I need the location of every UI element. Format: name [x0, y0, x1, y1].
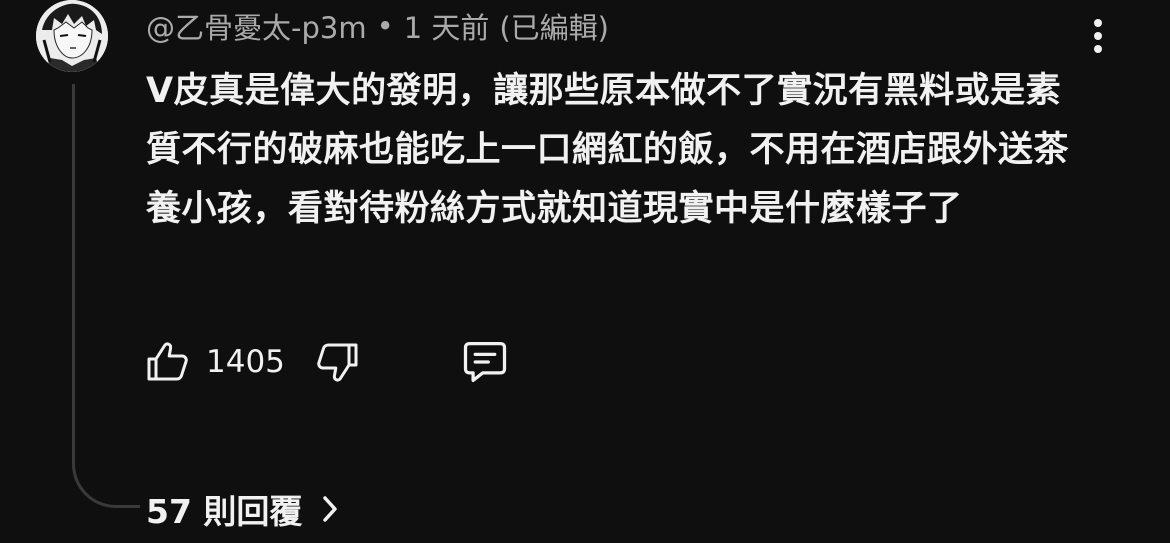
thumb-up-icon: [147, 342, 188, 381]
thumb-down-icon: [317, 343, 358, 382]
like-button[interactable]: [144, 338, 192, 386]
replies-count-label: 57 則回覆: [146, 492, 303, 531]
edited-label: (已編輯): [499, 11, 609, 45]
like-count: 1405: [206, 344, 285, 380]
comment-text: V皮真是偉大的發明，讓那些原本做不了實況有黑料或是素質不行的破麻也能吃上一口網紅…: [146, 71, 1070, 229]
more-vert-icon: [1094, 19, 1102, 53]
dislike-button[interactable]: [313, 338, 361, 386]
thread-line: [72, 84, 140, 508]
comment-header: @乙骨憂太-p3m • 1 天前 (已編輯): [146, 4, 609, 48]
comment-actions: 1405: [144, 336, 511, 388]
reply-button[interactable]: [459, 336, 511, 388]
view-replies-button[interactable]: 57 則回覆: [146, 484, 340, 534]
reply-comment-icon: [463, 341, 507, 383]
author-name[interactable]: @乙骨憂太-p3m: [146, 5, 367, 47]
more-options-button[interactable]: [1076, 10, 1120, 62]
comment-timestamp[interactable]: 1 天前: [404, 5, 490, 47]
avatar[interactable]: [36, 0, 108, 72]
chevron-right-icon: [320, 493, 340, 525]
meta-separator: •: [376, 9, 394, 43]
